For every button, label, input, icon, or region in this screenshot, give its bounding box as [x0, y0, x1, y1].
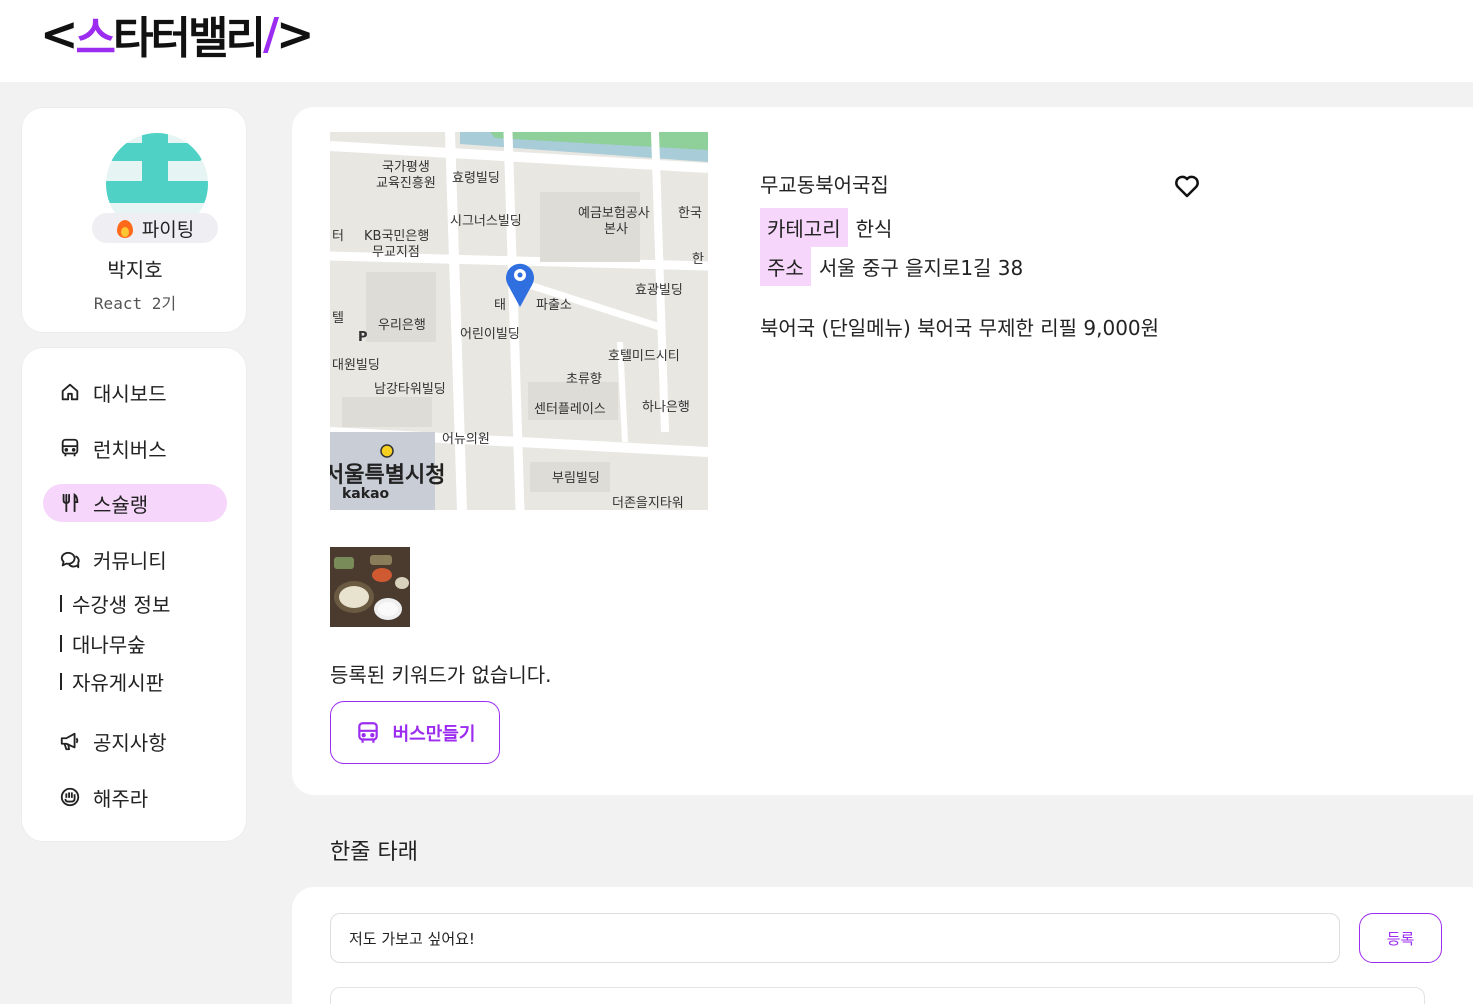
map-label: 교육진흥원	[376, 176, 436, 191]
logo-accent: 스	[75, 13, 117, 64]
place-name: 무교동북어국집	[760, 173, 889, 197]
map-label: 무교지점	[372, 245, 420, 260]
map-label: 대원빌딩	[332, 358, 380, 373]
heart-icon[interactable]	[1172, 171, 1202, 201]
nav-item-lunch-bus[interactable]: 런치버스	[43, 429, 227, 467]
map[interactable]: 국가평생 교육진흥원 효령빌딩 시그너스빌딩 예금보험공사 본사 한국 한 KB…	[330, 132, 708, 510]
logo-close-bracket: >	[276, 7, 315, 61]
map-label: 하나은행	[642, 400, 690, 415]
address-tag: 주소	[760, 247, 811, 286]
map-label: 부림빌딩	[552, 471, 600, 486]
map-label: 호텔미드시티	[608, 349, 680, 364]
food-photo[interactable]	[330, 547, 410, 627]
map-label: 초류향	[566, 372, 602, 387]
utensils-icon	[62, 493, 79, 513]
profile-name: 박지호	[107, 258, 163, 282]
category-value: 한식	[855, 217, 893, 241]
address-value: 서울 중구 을지로1길 38	[818, 256, 1024, 280]
logo[interactable]: < 스 타터밸리 / >	[40, 6, 315, 64]
create-bus-button[interactable]: 버스만들기	[330, 701, 500, 764]
logo-open-bracket: <	[40, 7, 79, 61]
kakao-map-brand: kakao	[342, 486, 390, 502]
comments-title: 한줄 타래	[330, 840, 418, 865]
nav-subitem-free-board[interactable]: 자유게시판	[60, 667, 164, 696]
logo-slash: /	[262, 8, 279, 60]
chat-icon	[60, 551, 80, 569]
submit-comment-button[interactable]: 등록	[1359, 913, 1442, 963]
hand-icon	[60, 787, 80, 807]
map-label: 본사	[604, 222, 628, 237]
tier-badge-label: 파이팅	[141, 218, 195, 241]
restaurant-detail-card: 국가평생 교육진흥원 효령빌딩 시그너스빌딩 예금보험공사 본사 한국 한 KB…	[292, 107, 1473, 795]
menu-description: 북어국 (단일메뉴) 북어국 무제한 리필 9,000원	[760, 316, 1160, 340]
bus-icon	[61, 438, 79, 457]
nav-item-label: 커뮤니티	[93, 548, 167, 573]
map-label: 시그너스빌딩	[450, 214, 522, 229]
profile-class: React 2기	[93, 294, 177, 313]
nav-item-label: 런치버스	[93, 437, 167, 462]
map-label: 어린이빌딩	[460, 327, 520, 342]
nav-item-label: 스슐랭	[93, 492, 149, 517]
nav-subitem-student-info[interactable]: 수강생 정보	[60, 589, 170, 618]
map-label: 파출소	[536, 298, 572, 313]
map-label-city-hall: 서울특별시청	[330, 463, 446, 488]
map-label: 더존을지타워	[612, 496, 684, 510]
nav-item-suchelin[interactable]: 스슐랭	[43, 484, 227, 522]
category-row: 카테고리 한식	[760, 208, 892, 247]
nav-subitem-label: 대나무숲	[72, 633, 146, 657]
bus-icon	[357, 721, 378, 743]
map-label: 한국	[678, 206, 702, 221]
map-label: 태	[494, 298, 506, 313]
megaphone-icon	[60, 732, 79, 751]
map-label: 어뉴의원	[442, 432, 490, 447]
map-label: 남강타워빌딩	[374, 382, 446, 397]
profile-card: 파이팅 박지호 React 2기	[21, 107, 247, 333]
nav-item-label: 대시보드	[93, 381, 167, 406]
comment-input[interactable]: 저도 가보고 싶어요!	[330, 913, 1340, 963]
nav-item-haejura[interactable]: 해주라	[43, 778, 227, 816]
nav-subitem-label: 수강생 정보	[72, 593, 171, 617]
map-parking-label: P	[358, 330, 368, 345]
sidebar-nav: 대시보드 런치버스 스슐랭 커뮤니티 수강생 정보 대나무숲 자유게시판 공지사…	[21, 347, 247, 842]
address-row: 주소 서울 중구 을지로1길 38	[760, 247, 1023, 286]
logo-text: 타터밸리	[113, 13, 266, 64]
nav-item-community[interactable]: 커뮤니티	[43, 540, 227, 578]
nav-subitem-bamboo-forest[interactable]: 대나무숲	[60, 629, 146, 658]
map-label: 터	[332, 229, 344, 244]
nav-item-label: 공지사항	[93, 730, 167, 755]
nav-item-dashboard[interactable]: 대시보드	[43, 373, 227, 411]
map-label: 우리은행	[378, 318, 426, 333]
fire-icon	[116, 218, 134, 238]
map-label: 효령빌딩	[452, 171, 500, 186]
nav-item-notice[interactable]: 공지사항	[43, 722, 227, 760]
no-keyword-message: 등록된 키워드가 없습니다.	[330, 663, 552, 687]
create-bus-button-label: 버스만들기	[392, 723, 476, 745]
comment-card: 저도 가보고 싶어요! 등록	[292, 887, 1473, 1004]
map-label: 효광빌딩	[635, 283, 683, 298]
map-label: 텔	[332, 311, 344, 326]
nav-item-label: 해주라	[93, 786, 149, 811]
map-label: 한	[692, 252, 704, 267]
map-label: 센터플레이스	[534, 402, 606, 417]
category-tag: 카테고리	[760, 208, 848, 247]
header: < 스 타터밸리 / >	[0, 0, 1473, 82]
comment-list-item	[330, 987, 1425, 1004]
nav-subitem-label: 자유게시판	[72, 671, 164, 695]
tier-badge: 파이팅	[92, 213, 218, 243]
home-icon	[61, 383, 79, 401]
